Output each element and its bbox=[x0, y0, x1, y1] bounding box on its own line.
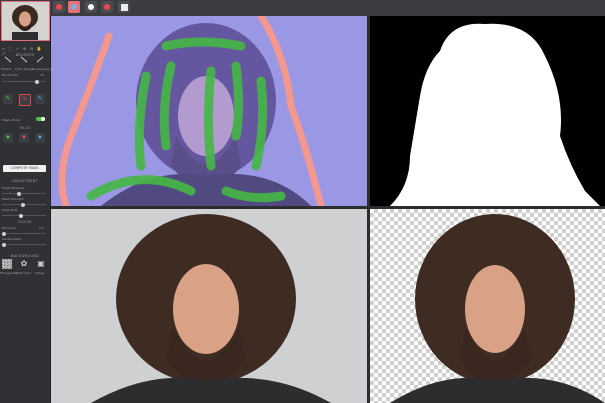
image-thumbnail[interactable] bbox=[1, 1, 50, 41]
flame-red-icon: ♦ bbox=[21, 134, 27, 141]
fg-fill-button[interactable]: ♦ bbox=[3, 133, 13, 143]
slider-handle[interactable] bbox=[20, 202, 25, 207]
bg-label-solid-color: Solid Color bbox=[15, 271, 32, 275]
slider-handle[interactable] bbox=[34, 79, 39, 84]
top-toolbar bbox=[0, 0, 605, 17]
sidebar: ▫ ⬚ ✧ ⊕ ⊖ ✋ ⤢ BRUSHES Pickers Color Rang… bbox=[0, 1, 53, 403]
tool-button-4[interactable] bbox=[101, 1, 113, 13]
bg-fill-button[interactable]: ♦ bbox=[19, 133, 29, 143]
original-portrait-icon bbox=[51, 209, 367, 403]
fills-section-title: FILLS bbox=[19, 126, 31, 130]
brush-label-pickers: Pickers bbox=[1, 67, 12, 71]
brush-size-label: Brush Size bbox=[2, 73, 18, 77]
magic-brush-label: Magic Brush bbox=[2, 118, 21, 122]
annotation-canvas[interactable] bbox=[51, 16, 367, 206]
mask-strength-label: Mask Strength bbox=[2, 197, 24, 201]
apple-red-icon bbox=[56, 4, 62, 10]
image-icon: ▣ bbox=[37, 259, 45, 268]
color-section-title: COLOR bbox=[18, 220, 32, 224]
brush-transparency-icon[interactable] bbox=[36, 56, 44, 63]
flame-blue-icon: ♦ bbox=[37, 134, 43, 141]
background-section-title: BACKGROUND bbox=[10, 254, 40, 258]
flame-green-icon: ♦ bbox=[5, 134, 11, 141]
tool-button-1[interactable] bbox=[53, 1, 65, 13]
bg-solid-color-button[interactable]: ✿ bbox=[19, 259, 29, 269]
eraser-brush-button[interactable]: ✎ bbox=[35, 94, 45, 104]
palette-icon: ✿ bbox=[20, 259, 28, 268]
tool-button-3[interactable] bbox=[85, 1, 97, 13]
edge-hardness-slider[interactable] bbox=[2, 191, 46, 196]
brush-pickers-icon[interactable] bbox=[4, 56, 12, 63]
slider-handle[interactable] bbox=[16, 191, 21, 196]
slider-handle[interactable] bbox=[2, 231, 6, 236]
edge-shift-label: Edge Shift bbox=[2, 208, 18, 212]
bg-label-image: Image bbox=[35, 271, 45, 275]
apple-white-icon bbox=[88, 4, 94, 10]
paint-brush-blue-icon: ✎ bbox=[37, 95, 43, 102]
result-preview bbox=[370, 209, 605, 403]
slider-handle[interactable] bbox=[2, 242, 6, 247]
mask-strength-slider[interactable] bbox=[2, 202, 46, 207]
fg-brush-button[interactable]: ✎ bbox=[3, 94, 13, 104]
recovery-slider[interactable] bbox=[2, 231, 46, 236]
tool-button-2[interactable] bbox=[68, 1, 80, 13]
adjustment-section-title: ADJUSTMENT bbox=[11, 179, 39, 183]
brush-label-transparency: Transparency bbox=[32, 67, 53, 71]
panel-divider-horizontal[interactable] bbox=[51, 206, 605, 209]
bg-image-button[interactable]: ▣ bbox=[36, 259, 46, 269]
apple-red-icon bbox=[104, 4, 110, 10]
erase-fill-button[interactable]: ♦ bbox=[35, 133, 45, 143]
blank-icon bbox=[120, 3, 128, 11]
panel-divider-vertical[interactable] bbox=[367, 16, 370, 403]
toggle-knob bbox=[41, 117, 45, 121]
paint-brush-green-icon: ✎ bbox=[5, 95, 11, 102]
recovery-value: 0.0 bbox=[39, 226, 44, 230]
brush-size-value: 70 bbox=[40, 73, 44, 77]
desaturation-label: Desaturation bbox=[2, 237, 22, 241]
desaturation-slider[interactable] bbox=[2, 242, 46, 247]
tool-button-5[interactable] bbox=[118, 1, 130, 13]
slider-handle[interactable] bbox=[18, 213, 23, 218]
bg-brush-button[interactable]: ✎ bbox=[19, 94, 31, 106]
portrait-thumbnail-icon bbox=[2, 2, 49, 40]
cutout-portrait-icon bbox=[390, 214, 605, 403]
brush-label-color-range: Color Range bbox=[15, 67, 34, 71]
bg-transparent-button[interactable] bbox=[2, 259, 12, 269]
apple-mixed-icon bbox=[71, 4, 77, 10]
paint-brush-red-icon: ✎ bbox=[22, 96, 28, 103]
magic-brush-toggle[interactable] bbox=[36, 117, 45, 121]
annotated-portrait-icon bbox=[51, 16, 367, 206]
compute-mask-button[interactable]: COMPUTE MASK bbox=[3, 165, 46, 172]
tool-row: ▫ ⬚ ✧ ⊕ ⊖ ✋ ⤢ bbox=[2, 46, 44, 56]
edge-hardness-label: Edge Hardness bbox=[2, 186, 25, 190]
brush-size-slider[interactable] bbox=[2, 79, 46, 84]
original-preview bbox=[51, 209, 367, 403]
mask-preview bbox=[370, 16, 605, 206]
edge-shift-slider[interactable] bbox=[2, 213, 46, 218]
brush-color-range-icon[interactable] bbox=[20, 56, 28, 63]
recovery-label: Recovery bbox=[2, 226, 16, 230]
alpha-mask-icon bbox=[370, 16, 605, 206]
